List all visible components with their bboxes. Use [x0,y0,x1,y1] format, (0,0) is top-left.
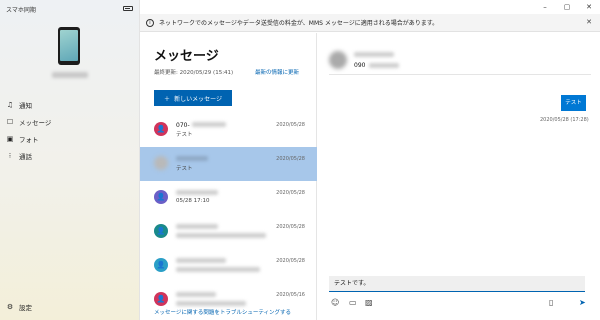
conversation-name: 070- [176,122,190,129]
emoji-icon[interactable]: ☺ [331,298,339,307]
sidebar-item-label: メッセージ [19,118,52,127]
conversation-date: 2020/05/28 [276,224,305,230]
image-icon[interactable]: ▨ [365,298,373,307]
app-title: スマホ同期 [6,5,36,14]
redacted-number [369,63,399,68]
sidebar-item-messages[interactable]: ☐ メッセージ [0,113,140,130]
conversation-item[interactable]: 👤 070- テスト 2020/05/28 [140,113,317,147]
minimize-button[interactable]: – [534,0,556,14]
notification-icon: ♫ [6,100,14,109]
compose-input[interactable]: テストです。 [329,276,585,292]
redacted-name [176,258,226,263]
sidebar-item-photos[interactable]: ▣ フォト [0,130,140,147]
conversation-date: 2020/05/28 [276,190,305,196]
sidebar-item-label: 通知 [19,101,32,110]
close-button[interactable]: ✕ [578,0,600,14]
conversation-date: 2020/05/28 [276,156,305,162]
send-button[interactable]: ➤ [579,298,586,307]
conversation-item[interactable]: 👤 2020/05/28 [140,249,317,283]
conversation-date: 2020/05/28 [276,258,305,264]
new-message-label: 新しいメッセージ [174,95,222,103]
device-name-redacted [52,72,88,78]
redacted-name [176,156,208,161]
sidebar-item-label: 通話 [19,152,32,161]
conversation-item[interactable]: 👤 2020/05/28 [140,215,317,249]
photo-icon: ▣ [6,134,14,143]
redacted-contact-name [354,52,394,57]
compose-toolbar: ☺ ▭ ▨ ▯ ➤ [331,298,589,310]
plus-icon: ＋ [164,95,171,103]
avatar [329,51,347,69]
avatar: 👤 [154,190,168,204]
gear-icon: ⚙ [6,303,14,311]
sidebar-nav: ♫ 通知 ☐ メッセージ ▣ フォト ⁝ 通話 [0,96,140,164]
conversation-preview: テスト [176,166,193,172]
redacted-name [176,190,218,195]
new-message-button[interactable]: ＋ 新しいメッセージ [154,90,232,106]
redacted-name [176,224,218,229]
conversation-pane: 090 テスト 2020/05/28 (17:28) テストです。 ☺ ▭ ▨ … [317,33,600,320]
notice-close-button[interactable]: ✕ [586,18,592,26]
redacted-number [192,122,226,127]
battery-icon [123,6,133,11]
info-icon: i [146,18,154,27]
settings-label: 設定 [19,304,32,312]
conversation-list: 👤 070- テスト 2020/05/28 テスト 2020/05/28 👤 0… [140,113,317,317]
notice-text: ネットワークでのメッセージやデータ送受信の料金が、MMS メッセージに適用される… [159,20,439,27]
conversation-preview: 05/28 17:10 [176,198,210,204]
sent-message-bubble[interactable]: テスト [561,95,586,111]
conversation-date: 2020/05/16 [276,292,305,298]
sidebar-item-notifications[interactable]: ♫ 通知 [0,96,140,113]
redacted-preview [176,301,246,306]
avatar: 👤 [154,224,168,238]
redacted-name [176,292,216,297]
avatar: 👤 [154,292,168,306]
refresh-link[interactable]: 最新の情報に更新 [255,68,299,76]
sidebar-item-label: フォト [19,135,39,144]
last-updated: 最終更新: 2020/05/29 (15:41) [154,70,234,76]
conversation-item[interactable]: テスト 2020/05/28 [140,147,317,181]
settings-button[interactable]: ⚙ 設定 [6,302,32,312]
avatar: 👤 [154,258,168,272]
page-title: メッセージ [154,49,219,64]
message-timestamp: 2020/05/28 (17:28) [540,117,589,123]
avatar [154,156,168,170]
sim-icon[interactable]: ▯ [549,298,553,307]
maximize-button[interactable]: ▢ [556,0,578,14]
conversation-date: 2020/05/28 [276,122,305,128]
conversation-header: 090 [329,49,591,75]
conversation-preview: テスト [176,132,193,138]
gif-icon[interactable]: ▭ [349,298,357,307]
message-icon: ☐ [6,117,14,126]
sidebar-item-calls[interactable]: ⁝ 通話 [0,147,140,164]
dialpad-icon: ⁝ [8,151,12,160]
contact-number: 090 [354,62,366,69]
mms-notice-bar: i ネットワークでのメッセージやデータ送受信の料金が、MMS メッセージに適用さ… [140,14,600,32]
redacted-preview [176,267,260,272]
message-list-pane: メッセージ 最終更新: 2020/05/29 (15:41) 最新の情報に更新 … [140,33,317,320]
avatar: 👤 [154,122,168,136]
app-title-text: スマホ同期 [6,7,36,14]
sidebar: スマホ同期 ♫ 通知 ☐ メッセージ ▣ フォト ⁝ 通話 ⚙ 設定 [0,0,140,320]
redacted-preview [176,233,266,238]
troubleshoot-link[interactable]: メッセージに関する問題をトラブルシューティングする [154,308,291,316]
window-controls: – ▢ ✕ [534,0,600,14]
conversation-item[interactable]: 👤 05/28 17:10 2020/05/28 [140,181,317,215]
phone-image [58,27,80,65]
